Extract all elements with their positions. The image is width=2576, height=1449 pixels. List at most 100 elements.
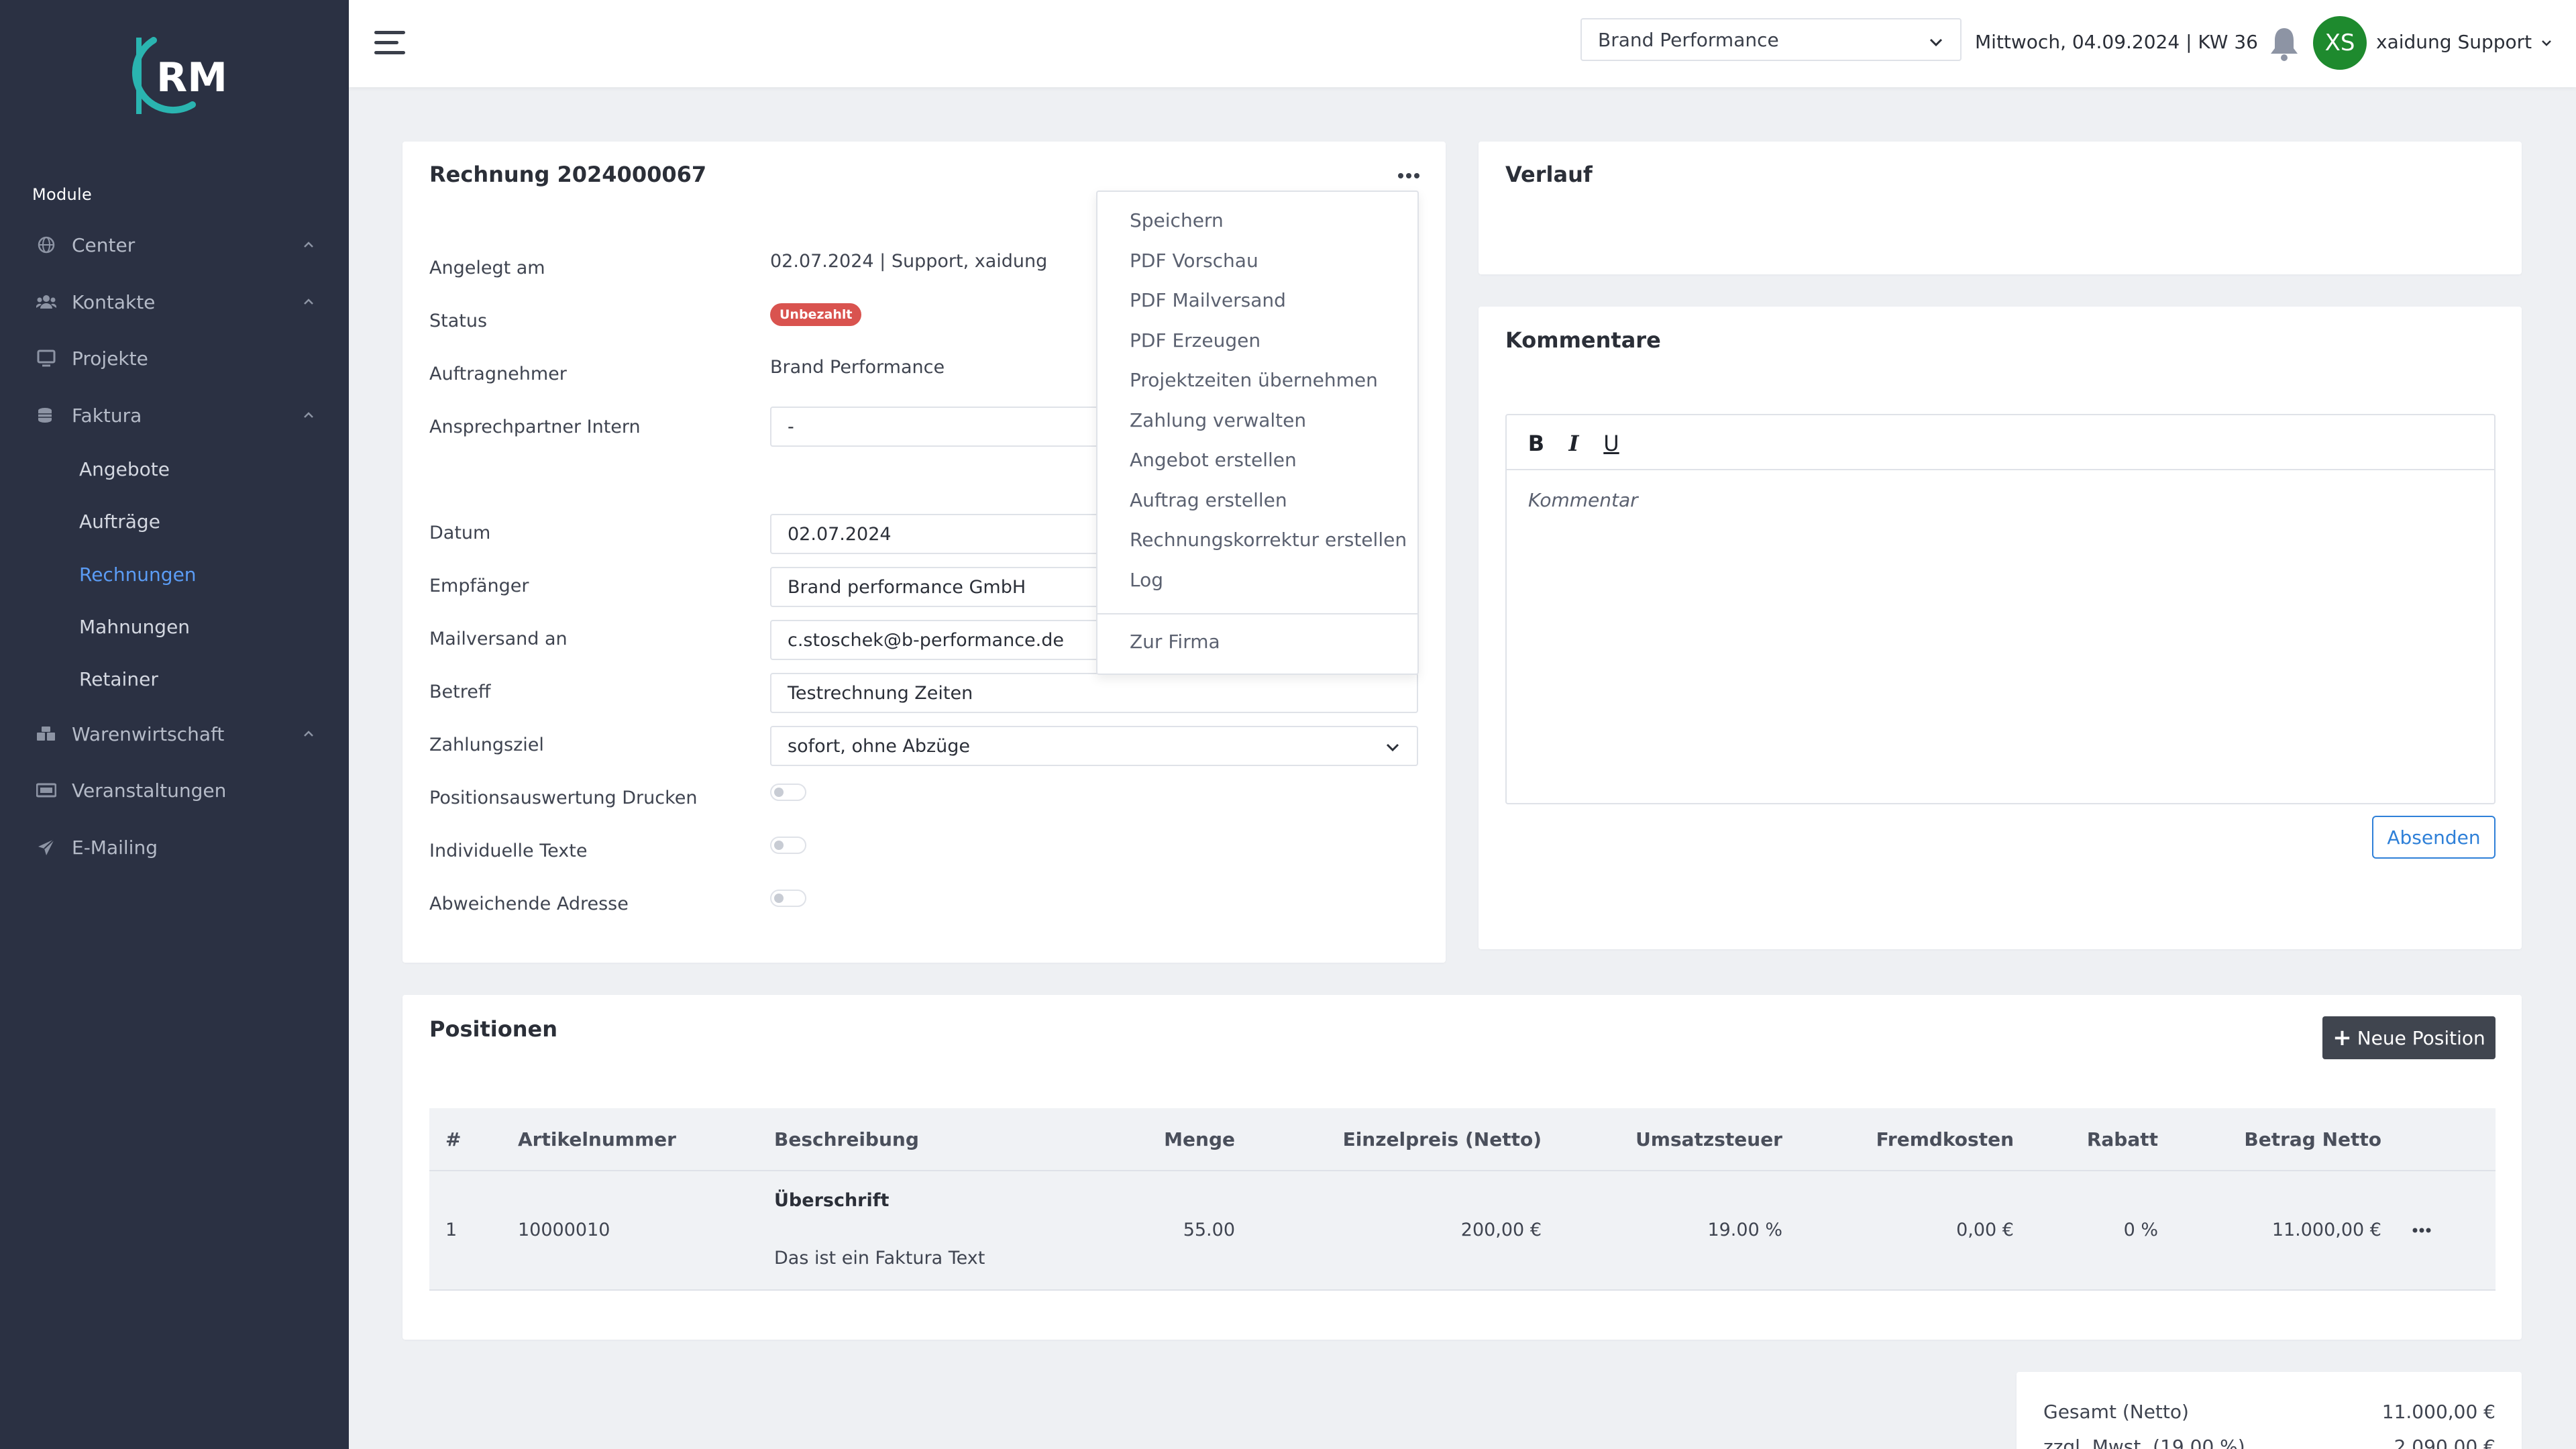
boxes-icon — [36, 724, 56, 744]
menu-item-create-correction[interactable]: Rechnungskorrektur erstellen — [1130, 529, 1407, 551]
recipient-value: Brand performance GmbH — [788, 576, 1026, 598]
mail-to-label: Mailversand an — [429, 629, 568, 649]
menu-item-create-order[interactable]: Auftrag erstellen — [1130, 489, 1287, 511]
sidebar-item-projekte[interactable]: Projekte — [0, 335, 349, 382]
row-more-options-icon[interactable] — [2411, 1224, 2438, 1237]
chevron-up-icon — [302, 727, 315, 741]
sidebar-item-warenwirtschaft[interactable]: Warenwirtschaft — [0, 710, 349, 757]
paper-plane-icon — [36, 837, 56, 857]
logo-text: RM — [156, 54, 225, 101]
contractor-label: Auftragnehmer — [429, 364, 567, 384]
col-vat: Umsatzsteuer — [1635, 1128, 1782, 1150]
menu-divider — [1097, 613, 1417, 614]
sidebar-item-label: Veranstaltungen — [72, 779, 227, 802]
sidebar-subitem-mahnungen[interactable]: Mahnungen — [79, 606, 190, 647]
sidebar-subitem-auftraege[interactable]: Aufträge — [79, 501, 160, 541]
col-article: Artikelnummer — [518, 1128, 676, 1150]
subject-value: Testrechnung Zeiten — [788, 682, 973, 704]
bell-icon[interactable] — [2267, 25, 2301, 63]
total-net-label: Gesamt (Netto) — [2043, 1401, 2189, 1423]
row-discount: 0 % — [2123, 1220, 2158, 1240]
status-badge: Unbezahlt — [770, 303, 862, 326]
created-label: Angelegt am — [429, 258, 545, 278]
new-position-label: Neue Position — [2357, 1026, 2485, 1049]
chevron-up-icon — [302, 238, 315, 252]
coins-icon — [36, 405, 56, 425]
new-position-button[interactable]: + Neue Position — [2322, 1016, 2496, 1059]
company-select[interactable]: Brand Performance — [1580, 18, 1962, 61]
menu-item-pdf-create[interactable]: PDF Erzeugen — [1130, 329, 1260, 352]
chevron-down-icon[interactable] — [2540, 36, 2553, 50]
col-quantity: Menge — [1164, 1128, 1235, 1150]
menu-item-pdf-preview[interactable]: PDF Vorschau — [1130, 250, 1258, 272]
row-vat: 19.00 % — [1707, 1220, 1782, 1240]
col-external-costs: Fremdkosten — [1876, 1128, 2014, 1150]
contractor-value: Brand Performance — [770, 357, 945, 378]
menu-item-create-offer[interactable]: Angebot erstellen — [1130, 449, 1297, 471]
sidebar-item-label: Center — [72, 233, 136, 256]
comment-editor[interactable]: B I U Kommentar — [1505, 414, 2496, 804]
menu-item-manage-payment[interactable]: Zahlung verwalten — [1130, 409, 1306, 431]
total-net-value: 11.000,00 € — [2381, 1401, 2496, 1423]
more-options-icon[interactable] — [1395, 169, 1422, 182]
col-index: # — [445, 1128, 462, 1150]
other-address-toggle[interactable] — [770, 890, 806, 907]
col-unit-price: Einzelpreis (Netto) — [1342, 1128, 1542, 1150]
row-text: Das ist ein Faktura Text — [774, 1248, 985, 1269]
sidebar-subitem-angebote[interactable]: Angebote — [79, 449, 170, 489]
mail-to-value: c.stoschek@b-performance.de — [788, 629, 1065, 651]
positions-title: Positionen — [429, 1016, 557, 1042]
sidebar-item-label: Projekte — [72, 347, 148, 370]
sidebar-item-label: E-Mailing — [72, 836, 158, 859]
recipient-label: Empfänger — [429, 576, 529, 596]
sidebar-item-kontakte[interactable]: Kontakte — [0, 278, 349, 325]
sidebar-subitem-retainer[interactable]: Retainer — [79, 659, 158, 699]
row-article: 10000010 — [518, 1220, 610, 1240]
chevron-up-icon — [302, 295, 315, 309]
col-discount: Rabatt — [2086, 1128, 2158, 1150]
avatar[interactable]: XS — [2313, 16, 2367, 70]
print-positions-toggle[interactable] — [770, 784, 806, 801]
sidebar-subitem-rechnungen[interactable]: Rechnungen — [79, 554, 197, 594]
other-address-label: Abweichende Adresse — [429, 894, 629, 914]
payment-term-value: sofort, ohne Abzüge — [788, 735, 971, 757]
sidebar-item-label: Kontakte — [72, 290, 156, 313]
send-button[interactable]: Absenden — [2372, 816, 2496, 859]
invoice-actions-menu: Speichern PDF Vorschau PDF Mailversand P… — [1096, 191, 1419, 675]
sidebar-item-label: Faktura — [72, 404, 142, 427]
company-select-value: Brand Performance — [1598, 28, 1779, 51]
menu-item-pdf-mail[interactable]: PDF Mailversand — [1130, 289, 1286, 311]
created-value: 02.07.2024 | Support, xaidung — [770, 251, 1048, 272]
bold-button[interactable]: B — [1523, 430, 1550, 457]
payment-term-label: Zahlungsziel — [429, 735, 544, 755]
globe-icon — [36, 235, 56, 255]
sidebar-item-center[interactable]: Center — [0, 221, 349, 268]
total-vat-value: 2.090,00 € — [2394, 1436, 2496, 1449]
sidebar-item-label: Warenwirtschaft — [72, 722, 225, 745]
date-week-label: Mittwoch, 04.09.2024 | KW 36 — [1975, 31, 2258, 53]
custom-texts-toggle[interactable] — [770, 837, 806, 854]
sidebar-item-e-mailing[interactable]: E-Mailing — [0, 824, 349, 871]
underline-button[interactable]: U — [1598, 430, 1625, 457]
custom-texts-label: Individuelle Texte — [429, 841, 588, 861]
status-label: Status — [429, 311, 488, 331]
italic-button[interactable]: I — [1560, 430, 1587, 457]
user-name[interactable]: xaidung Support — [2376, 31, 2532, 53]
subject-field[interactable]: Testrechnung Zeiten — [770, 673, 1418, 713]
menu-toggle-icon[interactable] — [374, 30, 408, 56]
menu-item-import-project-times[interactable]: Projektzeiten übernehmen — [1130, 369, 1378, 391]
row-quantity: 55.00 — [1183, 1220, 1235, 1240]
sidebar: RM Module Center Kontakte Projekte Faktu… — [0, 0, 349, 1449]
history-card — [1479, 142, 2522, 274]
row-index: 1 — [445, 1220, 458, 1240]
menu-item-log[interactable]: Log — [1130, 569, 1163, 591]
module-heading: Module — [32, 185, 93, 204]
payment-term-select[interactable]: sofort, ohne Abzüge — [770, 726, 1418, 766]
company-logo[interactable]: RM — [124, 32, 227, 119]
chevron-down-icon — [1928, 33, 1944, 49]
menu-item-save[interactable]: Speichern — [1130, 209, 1224, 231]
sidebar-item-veranstaltungen[interactable]: Veranstaltungen — [0, 767, 349, 814]
sidebar-item-faktura[interactable]: Faktura — [0, 392, 349, 439]
contact-label: Ansprechpartner Intern — [429, 417, 641, 437]
menu-item-go-to-company[interactable]: Zur Firma — [1130, 631, 1220, 653]
